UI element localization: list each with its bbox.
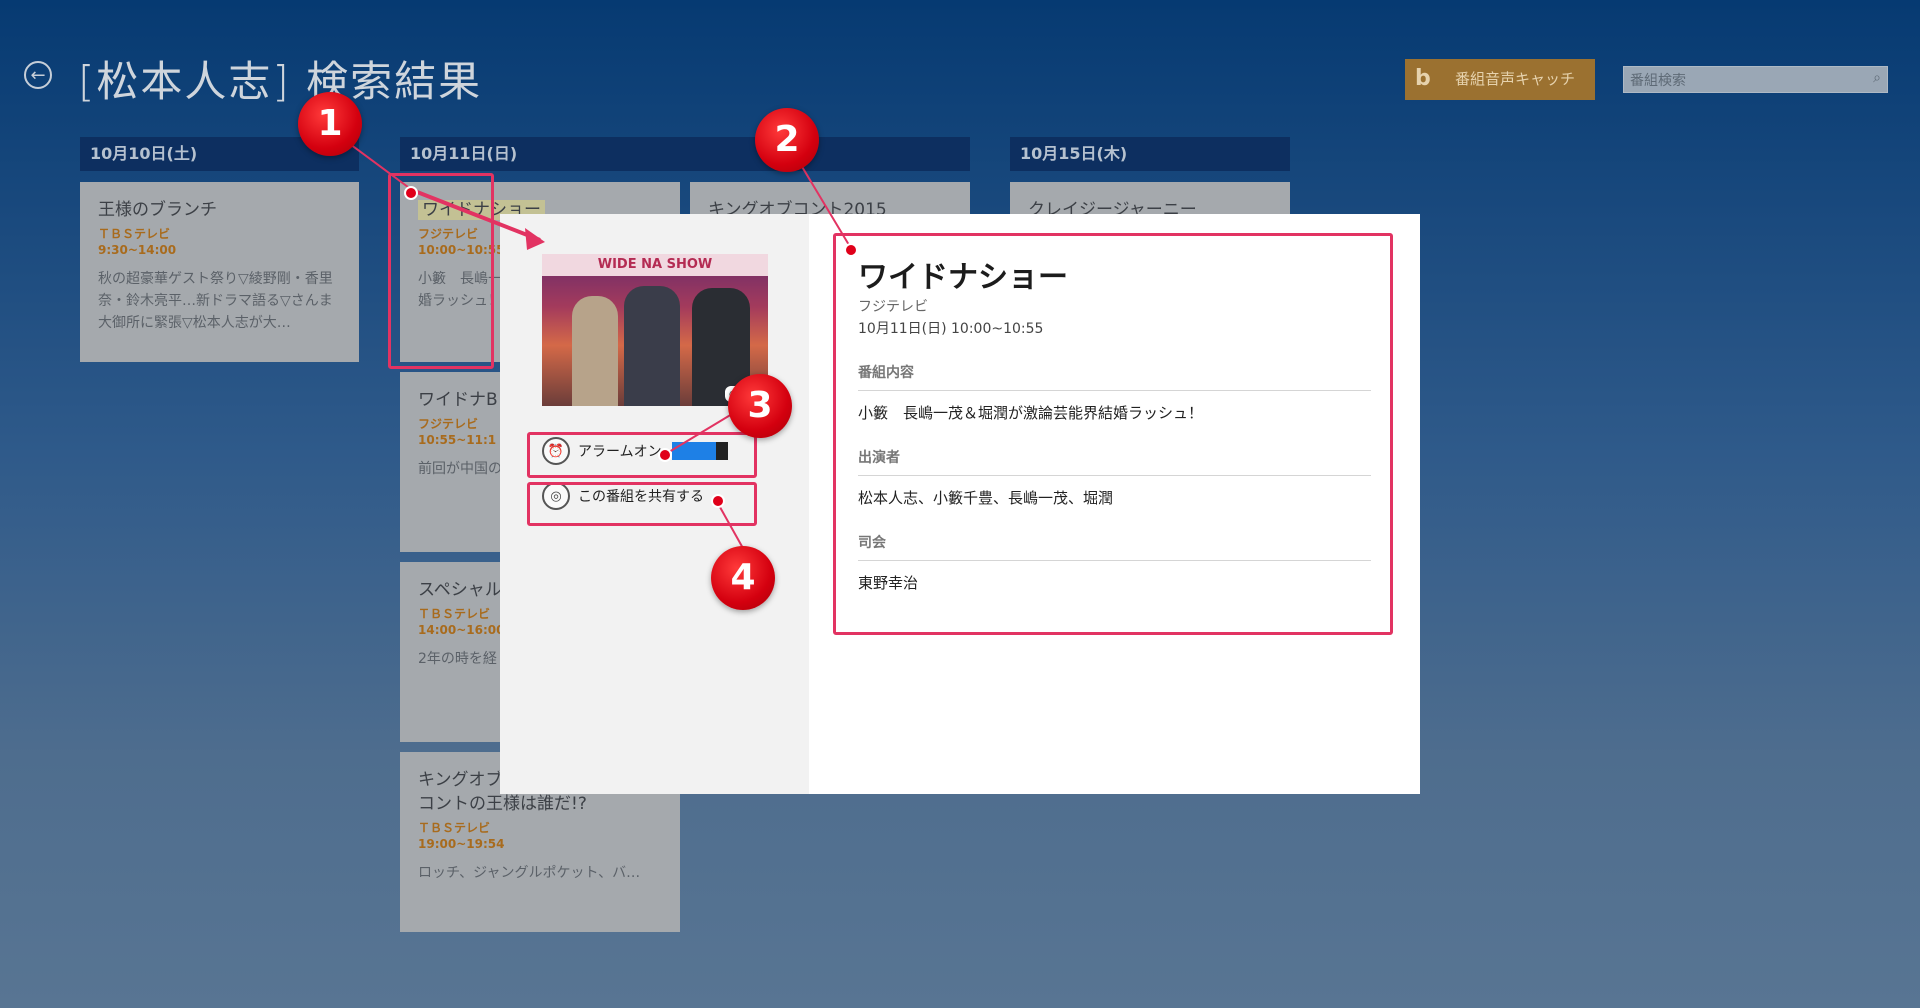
callout-badge: 4 [711, 546, 775, 610]
highlight-frame [833, 233, 1393, 635]
callout-badge: 1 [298, 92, 362, 156]
callout-badge: 3 [728, 374, 792, 438]
arrow-head [525, 228, 545, 250]
highlight-frame [388, 173, 494, 369]
highlight-frame [527, 432, 757, 478]
callout-badge: 2 [755, 108, 819, 172]
callout-dot [658, 448, 672, 462]
callout-dot [711, 494, 725, 508]
callout-dot [844, 243, 858, 257]
app-window: ← [松本人志] 検索結果 b 番組音声キャッチ ⌕ 10月10日(土) 10月… [0, 0, 1920, 1008]
callout-dot [404, 186, 418, 200]
